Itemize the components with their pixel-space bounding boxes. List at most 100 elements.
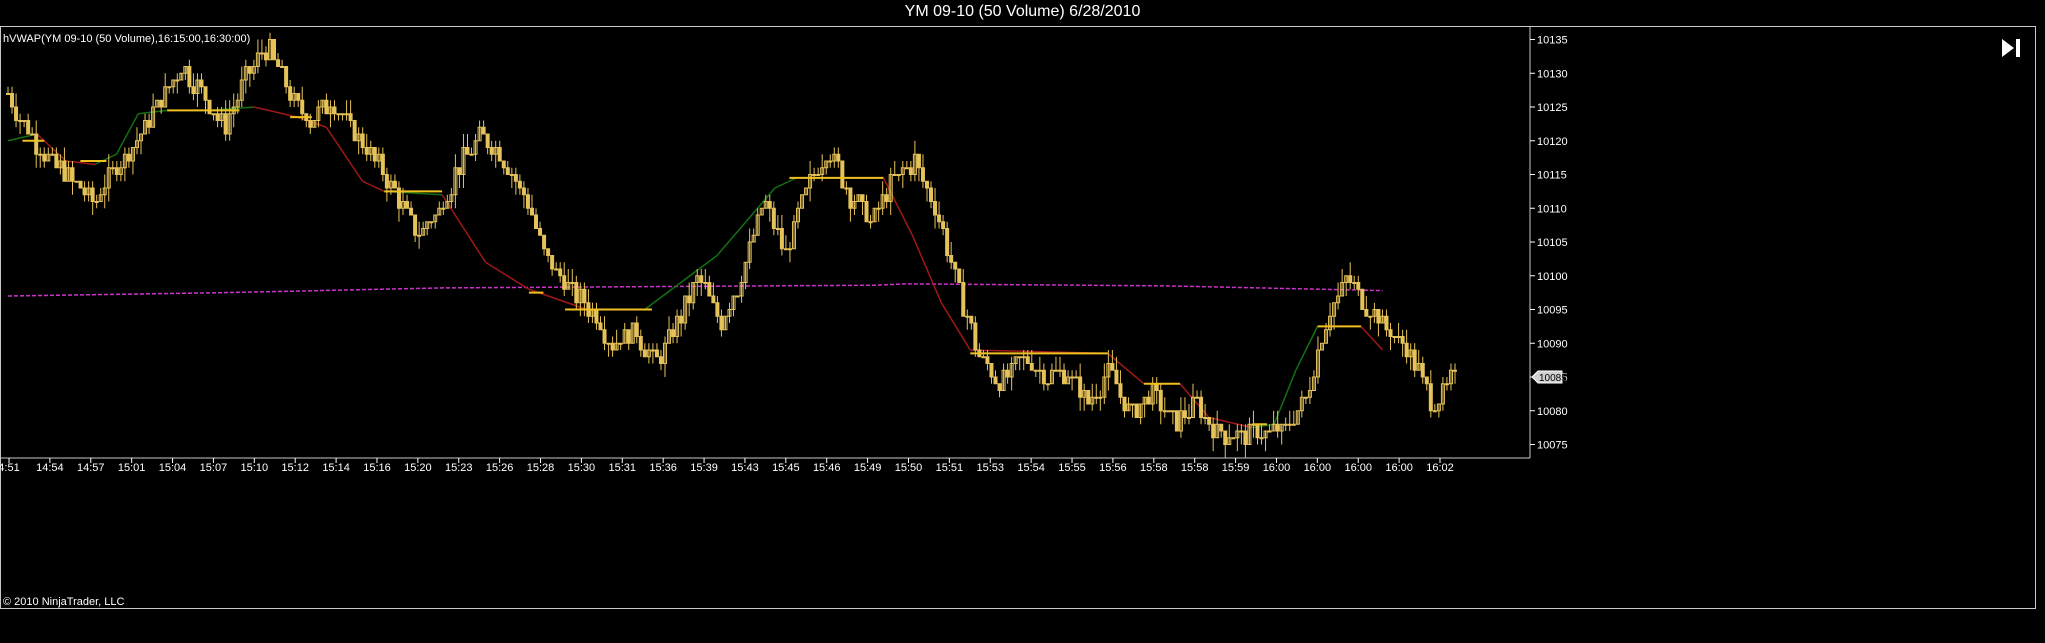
candle-body [284,66,289,88]
candle-body [546,248,551,256]
candle-body [945,228,950,256]
candle-body [1352,282,1357,284]
candle-body [384,174,389,189]
candle-body [715,302,720,317]
candle-body [82,187,87,196]
candle-body [465,147,470,155]
candle-body [679,315,684,324]
candle-body [340,113,345,116]
trend-segment [911,234,943,304]
x-tick-label: 15:53 [976,462,1004,474]
candle-body [783,248,788,251]
candle-body [534,214,539,229]
candle-body [997,383,1002,391]
candle-body [981,356,986,359]
x-tick-label: 15:23 [445,462,473,474]
vwap-polyline [7,283,1383,297]
y-tick-label: 10090 [1537,338,1568,350]
candle-body [634,322,639,337]
candle-body [812,174,817,176]
candle-body [525,194,530,209]
x-tick-label: 15:43 [731,462,759,474]
candle-body [1134,403,1139,418]
x-tick-label: 15:55 [1058,462,1086,474]
candle-body [594,309,599,324]
candle-body [215,113,220,121]
candle-body [957,268,962,283]
candle-body [1453,369,1457,372]
candle-body [1444,383,1449,386]
candle-body [929,187,934,202]
candle-body [1158,390,1163,412]
x-tick-label: 16:00 [1263,462,1291,474]
skip-to-end-icon[interactable] [1996,36,2026,60]
candle-body [348,113,353,121]
candle-body [280,66,285,68]
candle-body [1070,376,1075,379]
candle-body [147,120,152,128]
candle-body [1130,403,1135,406]
candle-body [892,174,897,176]
candle-body [1094,396,1099,399]
x-tick-label: 15:01 [118,462,146,474]
candle-body [598,322,603,331]
candle-body [771,207,776,229]
trend-segment [716,221,747,256]
candle-body [413,214,418,236]
price-chart: 10075 10080 10085 10090 10095 10100 10105 10110… [0,26,1568,474]
candle-body [1412,349,1417,371]
x-tick-label: 15:20 [404,462,432,474]
candle-body [1098,396,1103,399]
candle-body [247,66,252,74]
trend-segment [774,177,797,189]
candle-body [405,201,410,209]
candle-body [1223,430,1228,445]
y-tick-label: 10130 [1537,68,1568,80]
x-tick-label: 15:56 [1099,462,1127,474]
candle-body [735,295,740,298]
candle-body [344,113,349,116]
candle-body [876,207,881,210]
candle-body [1146,396,1151,405]
candle-body [457,167,462,175]
candle-body [1267,430,1272,433]
candle-body [6,93,10,95]
candle-body [1432,410,1437,413]
x-tick-label: 15:10 [241,462,269,474]
candle-body [1154,383,1159,391]
candle-body [904,167,909,170]
candle-body [94,201,99,203]
candle-body [14,106,19,121]
candle-body [654,349,659,358]
candle-body [199,79,204,88]
candle-body [848,187,853,209]
candle-body [380,153,385,175]
x-tick-label: 15:49 [854,462,882,474]
vwap-line [7,283,1383,297]
trend-segment [1295,326,1319,371]
y-tick-label: 10125 [1537,102,1568,114]
candle-body [10,93,15,108]
candle-body [868,221,873,224]
candle-body [1053,369,1058,372]
x-tick-label: 4:51 [0,462,20,474]
candle-body [550,255,555,270]
x-tick-label: 14:54 [36,462,64,474]
candle-body [1211,423,1216,439]
candle-body [203,86,208,101]
candle-body [529,207,534,216]
candle-body [272,39,277,61]
candle-body [187,66,192,88]
candle-body [836,153,841,162]
candle-body [1404,342,1409,358]
candle-body [1021,356,1026,359]
x-tick-label: 15:50 [895,462,923,474]
candle-body [638,336,643,351]
candle-body [1356,282,1361,290]
candle-body [574,282,579,304]
candle-body [949,255,954,263]
trend-line [7,106,1384,429]
x-tick-label: 15:31 [609,462,637,474]
candle-body [1219,423,1224,432]
candle-body [570,282,575,284]
